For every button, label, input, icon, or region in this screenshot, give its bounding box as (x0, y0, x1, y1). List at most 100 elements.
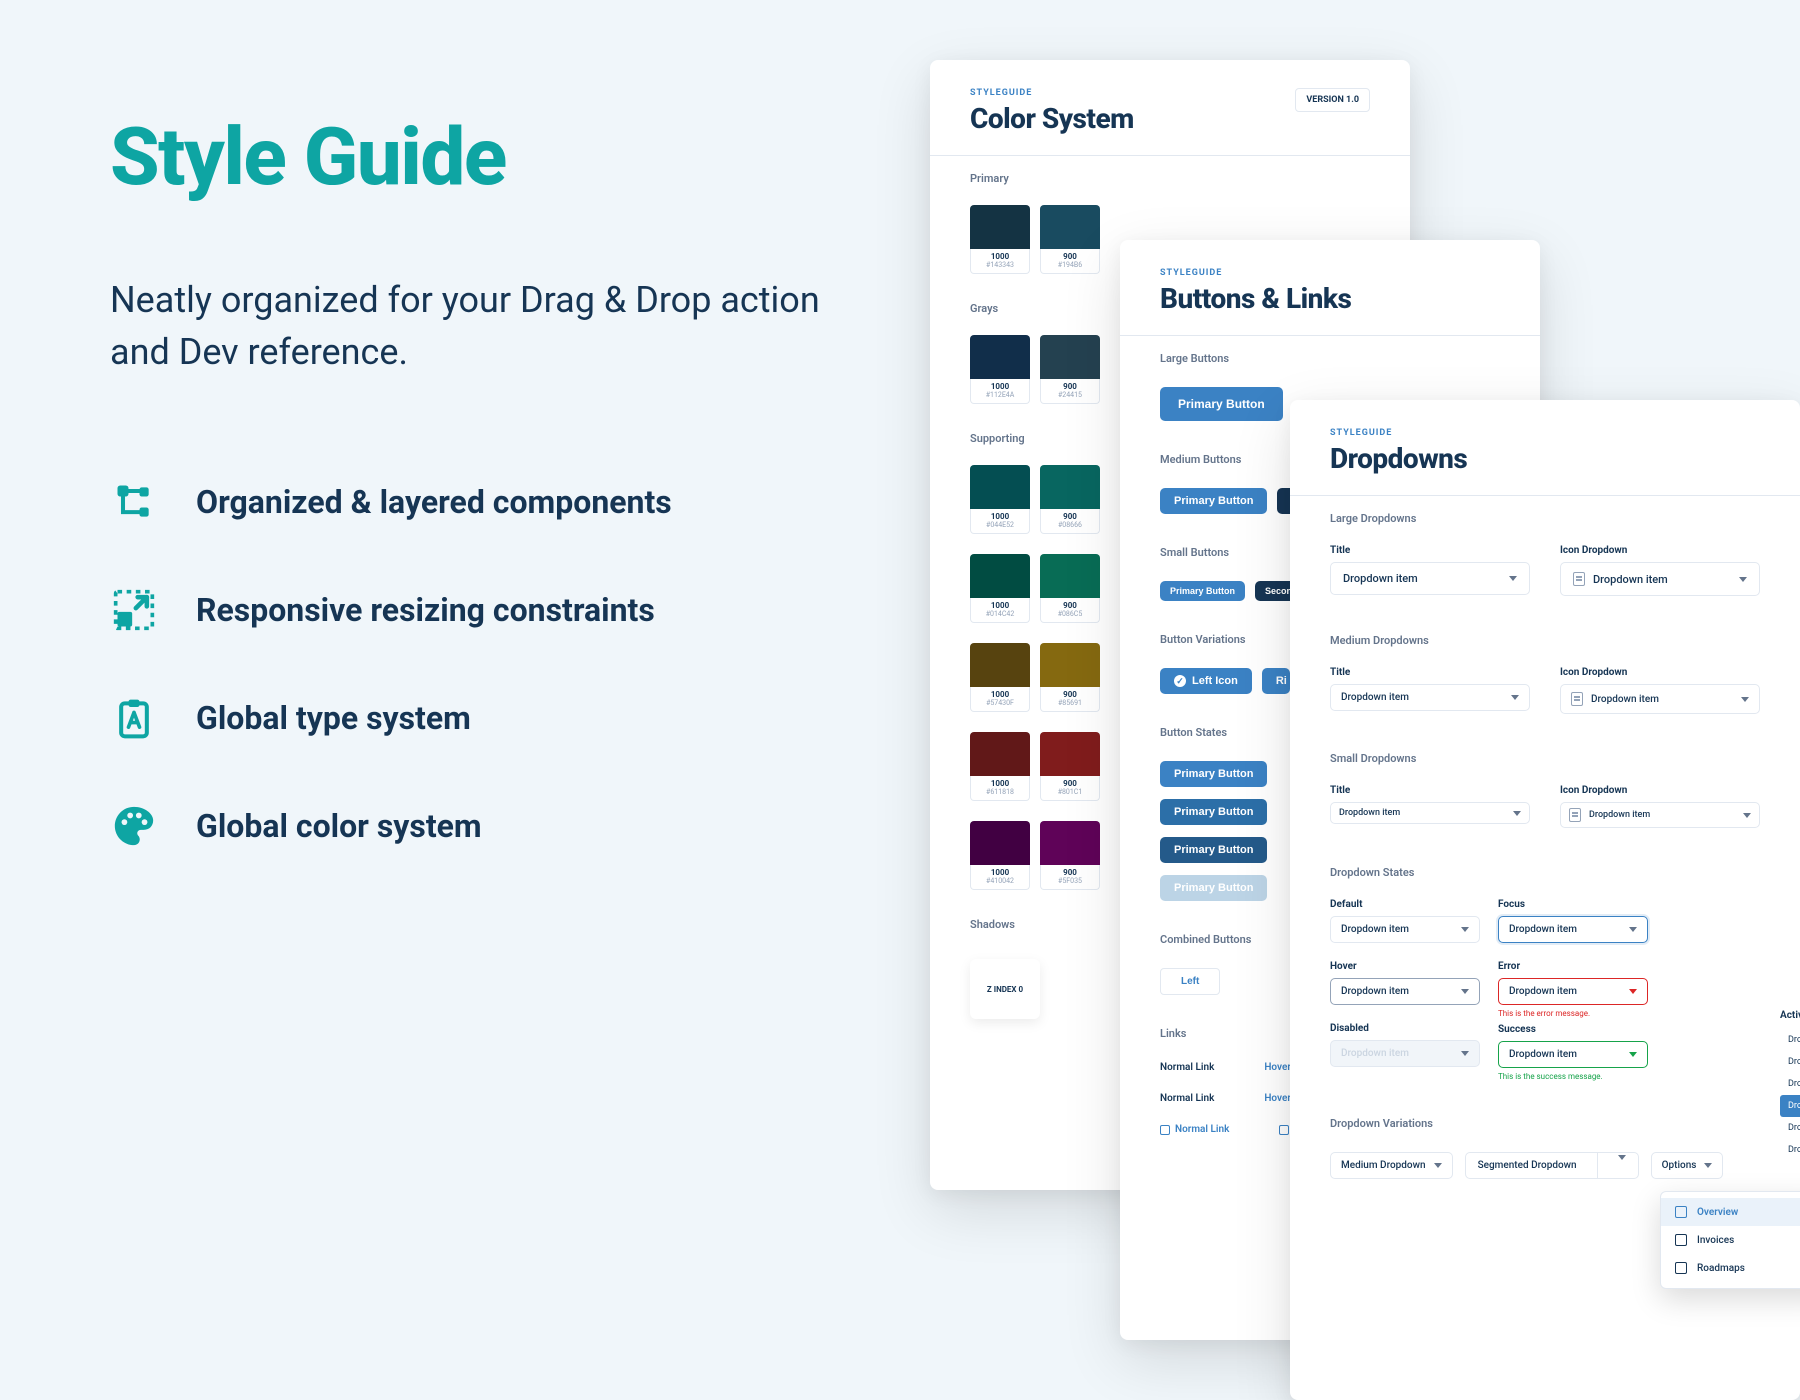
chevron-down-icon (1629, 989, 1637, 994)
tree-icon (110, 478, 158, 526)
dropdown-lg[interactable]: Dropdown item (1330, 562, 1530, 595)
color-swatch: 900#24415 (1040, 335, 1100, 404)
dropdown-focus[interactable]: Dropdown item (1498, 916, 1648, 943)
section-dropdown-variations: Dropdown Variations (1290, 1101, 1800, 1142)
col-icon: Icon Dropdown (1560, 545, 1760, 556)
chevron-down-icon (1618, 1155, 1626, 1171)
chevron-down-icon (1704, 1163, 1712, 1168)
document-icon (1571, 692, 1583, 706)
normal-link[interactable]: Normal Link (1160, 1093, 1214, 1104)
color-swatch: 1000#57430F (970, 643, 1030, 712)
state-hover-button[interactable]: Primary Button (1160, 799, 1267, 825)
color-swatch: 900#086C5 (1040, 554, 1100, 623)
medium-dropdown-var[interactable]: Medium Dropdown (1330, 1152, 1453, 1179)
error-message: This is the error message. (1498, 1009, 1648, 1018)
section-primary: Primary (930, 156, 1410, 197)
combined-left-button[interactable]: Left (1160, 968, 1220, 995)
list-item[interactable]: Dropdown i (1780, 1139, 1800, 1161)
dropdown-sm[interactable]: Dropdown item (1330, 802, 1530, 824)
dropdown-disabled: Dropdown item (1330, 1040, 1480, 1067)
state-active-button[interactable]: Primary Button (1160, 837, 1267, 863)
palette-icon (110, 802, 158, 850)
state-disabled-label: Disabled (1330, 1023, 1480, 1034)
primary-button-md[interactable]: Primary Button (1160, 488, 1267, 514)
right-icon-button[interactable]: Ri (1262, 668, 1290, 694)
options-dropdown[interactable]: Options (1651, 1152, 1724, 1179)
eyebrow: STYLEGUIDE (1330, 428, 1467, 438)
color-swatch: 900#5F035 (1040, 821, 1100, 890)
primary-button-sm[interactable]: Primary Button (1160, 581, 1245, 601)
dropdown-hover[interactable]: Dropdown item (1330, 978, 1480, 1005)
list-item-selected[interactable]: Dropdown (1780, 1095, 1800, 1117)
chevron-down-icon (1461, 989, 1469, 994)
version-badge: VERSION 1.0 (1295, 88, 1370, 112)
dropdown-default[interactable]: Dropdown item (1330, 916, 1480, 943)
section-large-dropdowns: Large Dropdowns (1290, 496, 1800, 537)
color-swatch: 1000#143343 (970, 205, 1030, 274)
icon-dropdown-md[interactable]: Dropdown item (1560, 684, 1760, 714)
icon-link[interactable]: Normal Link (1160, 1124, 1229, 1135)
chevron-down-icon (1461, 927, 1469, 932)
state-default-button[interactable]: Primary Button (1160, 761, 1267, 787)
active-open-list: Active Dropdown i Dropdown i Dropdown i … (1780, 1010, 1800, 1161)
color-swatch: 1000#611818 (970, 732, 1030, 801)
menu-item-invoices[interactable]: Invoices (1661, 1226, 1800, 1254)
icon-dropdown-sm[interactable]: Dropdown item (1560, 802, 1760, 828)
success-message: This is the success message. (1498, 1072, 1648, 1081)
state-error-label: Error (1498, 961, 1648, 972)
color-swatch: 900#194B6 (1040, 205, 1100, 274)
chevron-down-icon (1743, 813, 1751, 818)
chevron-down-icon (1741, 697, 1749, 702)
menu-item-overview[interactable]: Overview (1661, 1198, 1800, 1226)
color-swatch: 1000#044E52 (970, 465, 1030, 534)
feature-label: Organized & layered components (196, 483, 672, 521)
list-item[interactable]: Dropdown i (1780, 1117, 1800, 1139)
dropdown-md[interactable]: Dropdown item (1330, 684, 1530, 711)
color-swatch: 900#08666 (1040, 465, 1100, 534)
options-menu[interactable]: Overview Invoices Roadmaps (1660, 1191, 1800, 1289)
state-focus-label: Focus (1498, 899, 1648, 910)
feature-label: Responsive resizing constraints (196, 591, 655, 629)
chevron-down-icon (1509, 576, 1517, 581)
col-title: Title (1330, 545, 1530, 556)
page-title: Style Guide (110, 110, 870, 204)
feature-responsive: Responsive resizing constraints (110, 586, 870, 634)
clipboard-type-icon (110, 694, 158, 742)
chevron-down-icon (1629, 927, 1637, 932)
roadmap-icon (1675, 1262, 1687, 1274)
dropdown-success[interactable]: Dropdown item (1498, 1041, 1648, 1068)
link-icon-glyph (1160, 1125, 1170, 1135)
list-item[interactable]: Dropdown i (1780, 1051, 1800, 1073)
section-dropdown-states: Dropdown States (1290, 850, 1800, 891)
document-icon (1569, 808, 1581, 822)
primary-button-lg[interactable]: Primary Button (1160, 387, 1283, 421)
left-icon-button[interactable]: ✓ Left Icon (1160, 668, 1252, 694)
eyebrow: STYLEGUIDE (970, 88, 1134, 98)
normal-link[interactable]: Normal Link (1160, 1062, 1214, 1073)
col-icon: Icon Dropdown (1560, 785, 1760, 796)
section-small-dropdowns: Small Dropdowns (1290, 736, 1800, 777)
document-icon (1573, 572, 1585, 586)
state-success-label: Success (1498, 1024, 1648, 1035)
list-item[interactable]: Dropdown i (1780, 1073, 1800, 1095)
feature-label: Global color system (196, 807, 482, 845)
menu-item-roadmaps[interactable]: Roadmaps (1661, 1254, 1800, 1282)
dropdown-error[interactable]: Dropdown item (1498, 978, 1648, 1005)
segmented-dropdown[interactable]: Segmented Dropdown (1465, 1152, 1639, 1179)
card-title: Buttons & Links (1160, 282, 1351, 315)
icon-dropdown-lg[interactable]: Dropdown item (1560, 562, 1760, 596)
list-item[interactable]: Dropdown i (1780, 1029, 1800, 1051)
col-title: Title (1330, 667, 1530, 678)
invoice-icon (1675, 1234, 1687, 1246)
state-default-label: Default (1330, 899, 1480, 910)
state-hover-label: Hover (1330, 961, 1480, 972)
color-swatch: 900#85691 (1040, 643, 1100, 712)
feature-type: Global type system (110, 694, 870, 742)
color-swatch: 1000#112E4A (970, 335, 1030, 404)
eyebrow: STYLEGUIDE (1160, 268, 1351, 278)
shadow-tile: Z INDEX 0 (970, 959, 1040, 1019)
color-swatch: 1000#410042 (970, 821, 1030, 890)
chevron-down-icon (1739, 577, 1747, 582)
chevron-down-icon (1434, 1163, 1442, 1168)
check-icon: ✓ (1174, 675, 1186, 687)
